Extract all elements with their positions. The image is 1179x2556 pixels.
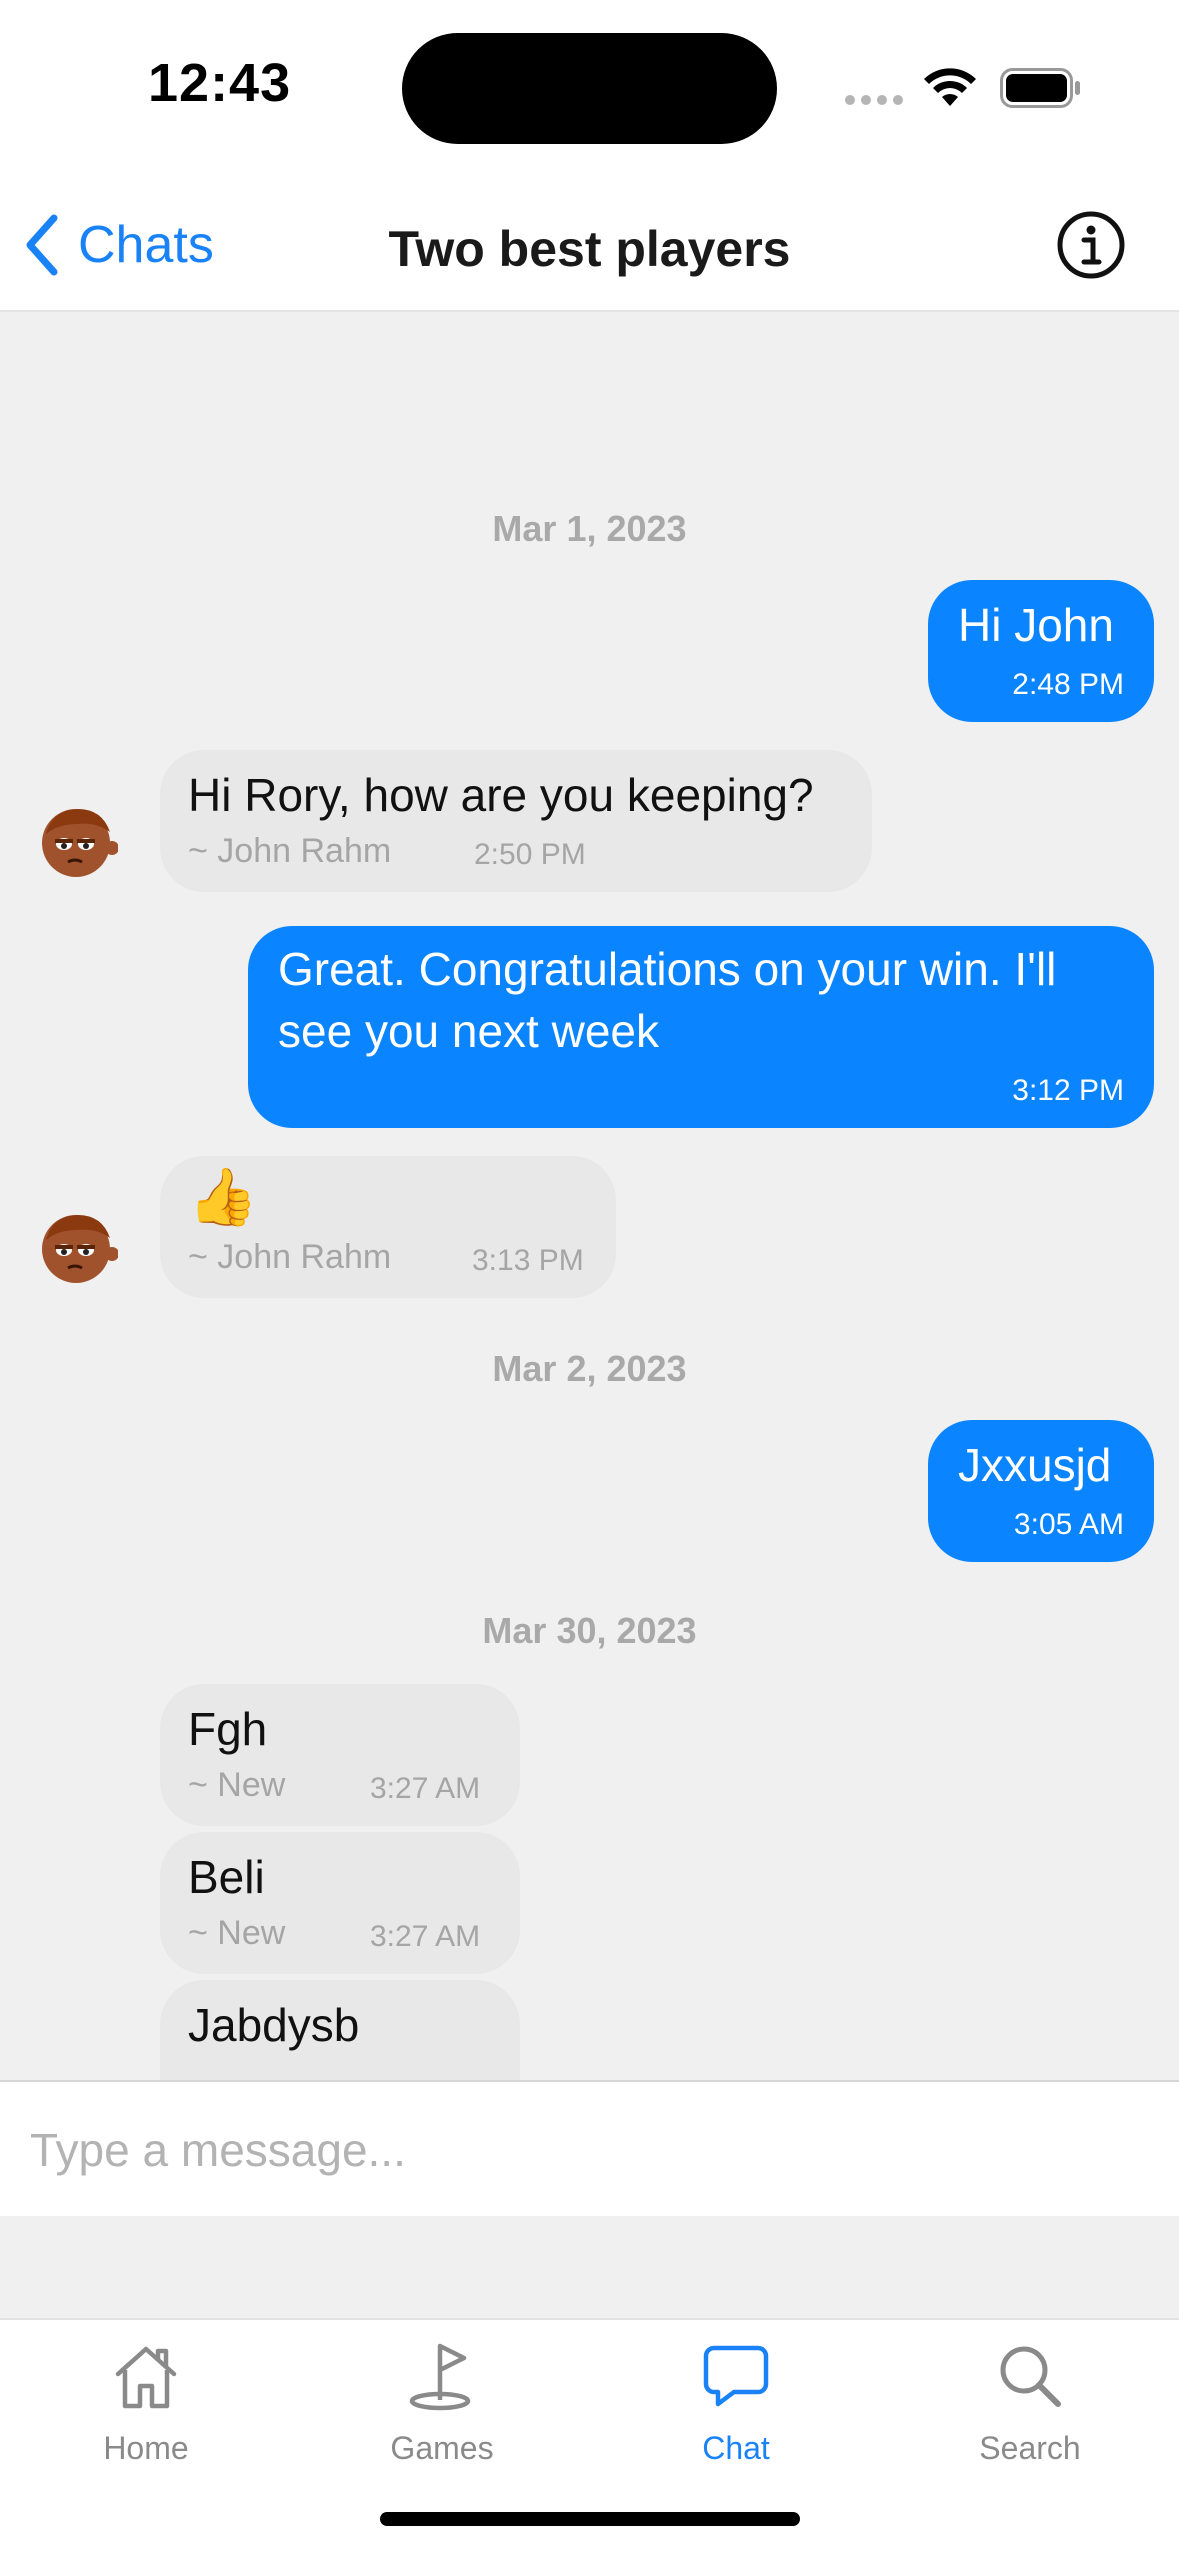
chat-screen: 12:43 Chats Two best players Mar 1, 2023… (0, 0, 1179, 2556)
tab-label: Search (979, 2430, 1081, 2466)
message-text: Hi Rory, how are you keeping? (188, 769, 814, 821)
wifi-icon (924, 68, 976, 106)
house-icon (115, 2346, 177, 2409)
status-time: 12:43 (148, 53, 292, 113)
message-text: Jabdysb (188, 1999, 360, 2051)
tab-games[interactable]: Games (342, 2340, 542, 2490)
status-bar: 12:43 (0, 0, 1179, 180)
avatar (42, 809, 118, 877)
message-composer (0, 2080, 1179, 2216)
golf-flag-icon (409, 2343, 471, 2411)
message-sender: ~ John Rahm (188, 1238, 392, 1276)
message-time: 3:27 AM (370, 1772, 481, 1805)
message-text: Beli (188, 1851, 265, 1903)
battery-icon (1000, 68, 1080, 108)
avatar (42, 1215, 118, 1283)
incoming-message[interactable]: Hi Rory, how are you keeping? ~ John Rah… (160, 750, 872, 892)
message-time: 2:50 PM (474, 838, 586, 871)
incoming-message[interactable]: 👍 ~ John Rahm 3:13 PM (160, 1156, 616, 1298)
outgoing-message[interactable]: Great. Congratulations on your win. I'll… (248, 926, 1154, 1128)
message-text: Great. Congratulations on your win. I'll… (278, 943, 1057, 1057)
incoming-message[interactable]: Beli ~ New 3:27 AM (160, 1832, 520, 1974)
tab-label: Home (103, 2430, 189, 2466)
cellular-signal-icon (845, 95, 905, 105)
message-time: 3:12 PM (1012, 1074, 1124, 1107)
tab-label: Games (390, 2430, 494, 2466)
message-text: Hi John (958, 599, 1114, 651)
date-separator: Mar 2, 2023 (492, 1348, 687, 1389)
message-text: Jxxusjd (958, 1439, 1112, 1491)
message-time: 2:48 PM (1012, 668, 1124, 701)
navigation-bar: Chats Two best players (0, 180, 1179, 312)
message-time: 3:27 AM (370, 1920, 481, 1953)
date-separator: Mar 1, 2023 (492, 508, 687, 549)
message-sender: ~ John Rahm (188, 832, 392, 870)
magnifier-icon (1000, 2346, 1061, 2407)
message-emoji: 👍 (188, 1165, 258, 1228)
message-text: Fgh (188, 1703, 268, 1755)
outgoing-message[interactable]: Hi John 2:48 PM (928, 580, 1154, 722)
message-time: 3:13 PM (472, 1244, 584, 1277)
incoming-message[interactable]: Fgh ~ New 3:27 AM (160, 1684, 520, 1826)
message-input[interactable] (30, 2110, 1150, 2190)
chat-title: Two best players (388, 221, 791, 277)
tab-chat[interactable]: Chat (636, 2340, 836, 2490)
tab-home[interactable]: Home (46, 2340, 246, 2490)
tab-label: Chat (702, 2430, 770, 2466)
tab-search[interactable]: Search (930, 2340, 1130, 2490)
incoming-message[interactable]: Jabdysb (160, 1980, 520, 2080)
message-list[interactable]: Mar 1, 2023 Hi John 2:48 PM Hi Rory, how… (0, 314, 1179, 2080)
dynamic-island (402, 33, 777, 144)
message-sender: ~ New (188, 1766, 286, 1804)
info-icon[interactable] (1056, 210, 1126, 280)
home-indicator[interactable] (380, 2512, 800, 2526)
chat-bubble-icon (703, 2345, 769, 2407)
outgoing-message[interactable]: Jxxusjd 3:05 AM (928, 1420, 1154, 1562)
date-separator: Mar 30, 2023 (482, 1610, 697, 1651)
message-time: 3:05 AM (1013, 1508, 1124, 1541)
message-sender: ~ New (188, 1914, 286, 1952)
